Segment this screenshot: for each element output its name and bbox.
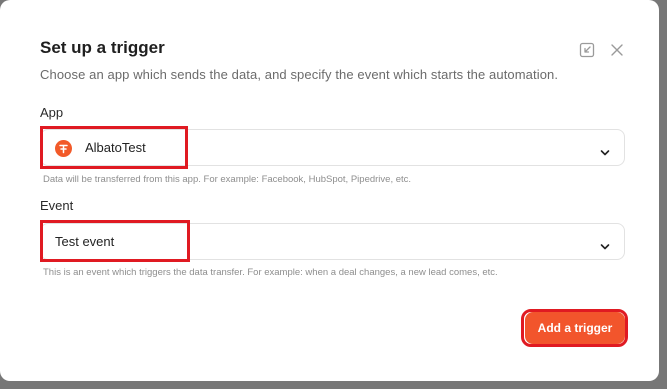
dialog-title: Set up a trigger — [40, 38, 165, 57]
app-field-label: App — [40, 105, 64, 120]
event-select-value: Test event — [55, 234, 115, 249]
app-select-value: AlbatoTest — [85, 140, 146, 155]
event-field-label: Event — [40, 198, 74, 213]
dialog-subtitle: Choose an app which sends the data, and … — [40, 67, 559, 82]
close-icon[interactable] — [608, 41, 626, 59]
app-field-hint: Data will be transferred from this app. … — [43, 174, 412, 185]
chevron-down-icon — [600, 144, 610, 162]
app-select[interactable]: AlbatoTest — [40, 129, 625, 166]
setup-trigger-dialog: Set up a trigger Choose an app which sen… — [0, 0, 659, 381]
event-field-hint: This is an event which triggers the data… — [43, 267, 498, 278]
event-select[interactable]: Test event — [40, 223, 625, 260]
chevron-down-icon — [600, 238, 610, 256]
collapse-icon[interactable] — [578, 41, 596, 59]
add-trigger-button[interactable]: Add a trigger — [525, 312, 625, 344]
albato-logo-icon — [55, 140, 72, 157]
